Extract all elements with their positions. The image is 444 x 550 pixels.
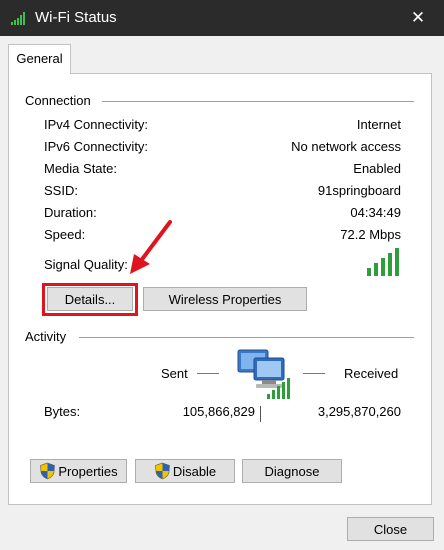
activity-group-label: Activity (25, 329, 67, 344)
uac-shield-icon (40, 462, 56, 480)
signal-quality-label: Signal Quality: (44, 257, 128, 272)
close-button-label: Close (373, 521, 408, 537)
uac-shield-icon (154, 462, 170, 480)
signal-bar (367, 268, 371, 276)
disable-button-label: Disable (172, 463, 217, 479)
speed-value: 72.2 Mbps (340, 227, 401, 242)
bytes-sent-value: 105,866,829 (182, 404, 255, 419)
sent-label: Sent (161, 366, 188, 381)
activity-divider (79, 337, 414, 338)
network-computers-icon (237, 349, 290, 399)
media-state-label: Media State: (44, 161, 117, 176)
ipv6-value: No network access (291, 139, 401, 154)
details-button-label: Details... (64, 291, 116, 307)
duration-value: 04:34:49 (350, 205, 401, 220)
window-title: Wi-Fi Status (35, 9, 117, 26)
speed-label: Speed: (44, 227, 86, 242)
signal-bars-icon (367, 248, 399, 276)
bytes-received-value: 3,295,870,260 (317, 404, 401, 419)
diagnose-button-label: Diagnose (264, 463, 320, 479)
ipv4-label: IPv4 Connectivity: (44, 117, 149, 132)
ipv6-label: IPv6 Connectivity: (44, 139, 149, 154)
received-line (303, 373, 325, 374)
properties-button[interactable]: Properties (30, 459, 127, 483)
details-button[interactable]: Details... (47, 287, 133, 311)
title-bar: Wi-Fi Status ✕ (0, 0, 444, 36)
close-window-button[interactable]: ✕ (404, 6, 432, 30)
bytes-divider (260, 406, 261, 422)
close-button[interactable]: Close (347, 517, 434, 541)
tab-general-label: General (16, 51, 63, 66)
properties-button-label: Properties (58, 463, 118, 479)
duration-label: Duration: (44, 205, 97, 220)
wifi-signal-icon (11, 12, 25, 25)
wireless-properties-button[interactable]: Wireless Properties (143, 287, 307, 311)
red-arrow-annotation (130, 220, 172, 274)
ssid-label: SSID: (44, 183, 78, 198)
bytes-label: Bytes: (44, 404, 81, 419)
signal-bar (374, 263, 378, 276)
wireless-properties-label: Wireless Properties (168, 291, 282, 307)
sent-line (197, 373, 219, 374)
ipv4-value: Internet (356, 117, 401, 132)
media-state-value: Enabled (353, 161, 401, 176)
signal-bars (367, 248, 399, 276)
ssid-value: 91springboard (317, 183, 401, 198)
signal-bar (395, 248, 399, 276)
connection-divider (102, 101, 414, 102)
connection-group-label: Connection (25, 93, 91, 108)
disable-button[interactable]: Disable (135, 459, 235, 483)
diagnose-button[interactable]: Diagnose (242, 459, 342, 483)
tab-general[interactable]: General (8, 44, 71, 74)
signal-bar (388, 253, 392, 276)
received-label: Received (344, 366, 399, 381)
signal-bar (381, 258, 385, 276)
